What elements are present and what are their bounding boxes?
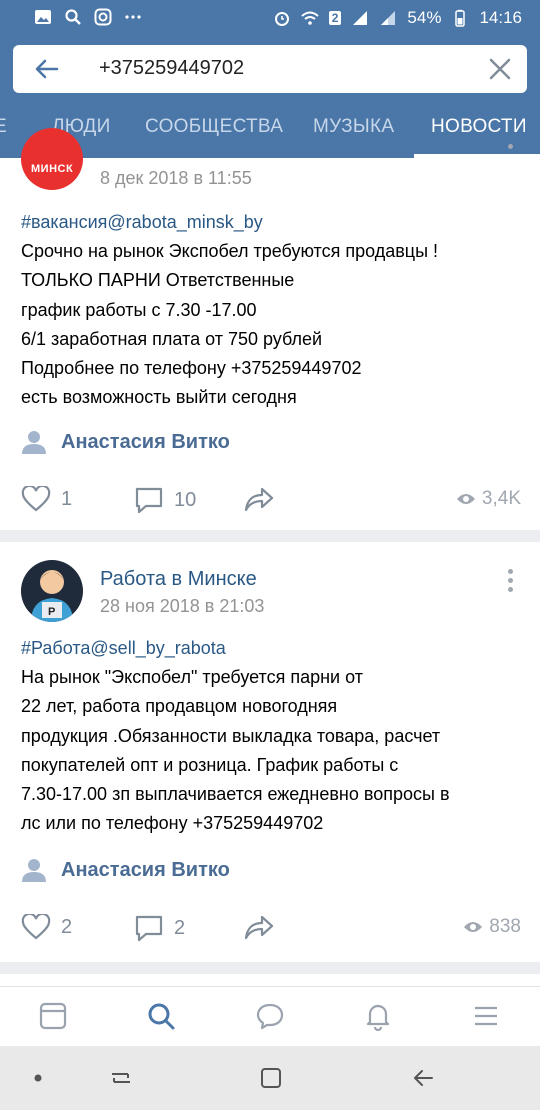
more-notifications-icon	[125, 15, 141, 19]
battery-icon	[455, 9, 466, 27]
clear-icon[interactable]	[487, 56, 513, 82]
alarm-icon	[274, 12, 289, 26]
like-button[interactable]: 2	[21, 914, 72, 940]
post-date: 28 ноя 2018 в 21:03	[100, 596, 265, 616]
post-line: продукция .Обязанности выкладка товара, …	[21, 725, 441, 746]
status-notification-icons	[34, 8, 142, 26]
back-arrow-icon[interactable]	[33, 56, 59, 82]
dot-indicator-icon	[34, 1074, 42, 1082]
back-icon[interactable]	[411, 1066, 435, 1090]
search-bar[interactable]: +375259449702	[13, 45, 527, 93]
system-navigation-bar	[0, 1046, 540, 1110]
like-count: 2	[61, 915, 73, 938]
views-count: 3,4K	[481, 488, 521, 509]
header: +375259449702 Е ЛЮДИ СООБЩЕСТВА МУЗЫКА Н…	[0, 36, 540, 158]
comment-icon	[135, 915, 163, 942]
post-date: 8 дек 2018 в 11:55	[100, 168, 252, 188]
post-card: МИНСК 8 дек 2018 в 11:55 #вакансия@rabot…	[0, 128, 540, 530]
status-bar: 2 54% 14:16	[0, 0, 540, 36]
gallery-icon	[35, 10, 51, 24]
avatar[interactable]: МИНСК	[21, 128, 83, 190]
post-line: есть возможность выйти сегодня	[21, 387, 297, 408]
like-count: 1	[61, 487, 73, 510]
comment-button[interactable]: 10	[134, 486, 196, 514]
notifications-bell-icon[interactable]	[363, 1001, 393, 1031]
post-hashtag[interactable]: #Работа@sell_by_rabota	[21, 634, 521, 663]
search-input[interactable]: +375259449702	[99, 57, 244, 80]
sim-badge: 2	[328, 11, 342, 25]
recent-apps-icon[interactable]	[109, 1066, 133, 1090]
tab-partial[interactable]: Е	[0, 116, 7, 138]
post-line: ТОЛЬКО ПАРНИ Ответственные	[21, 270, 295, 291]
more-options-icon[interactable]	[508, 569, 514, 596]
messages-icon[interactable]	[255, 1001, 285, 1031]
bottom-navigation	[0, 986, 540, 1046]
share-button[interactable]	[243, 486, 275, 512]
post-card: P Работа в Минске 28 ноя 2018 в 21:03 #Р…	[0, 542, 540, 962]
wifi-icon	[301, 11, 319, 25]
person-icon	[22, 859, 46, 882]
post-actions: 1 10 3,4K	[21, 486, 521, 516]
clock: 14:16	[479, 8, 522, 27]
post-line: 22 лет, работа продавцом новогодняя	[21, 696, 338, 717]
post-signer[interactable]: Анастасия Витко	[21, 858, 230, 882]
heart-icon	[21, 486, 51, 512]
status-system-icons: 2 54% 14:16	[273, 8, 522, 28]
comment-button[interactable]: 2	[134, 914, 185, 942]
avatar-letter: P	[48, 606, 55, 618]
search-icon[interactable]	[146, 1001, 176, 1031]
home-icon[interactable]	[259, 1066, 283, 1090]
tab-news[interactable]: НОВОСТИ	[431, 116, 527, 138]
post-line: график работы с 7.30 -17.00	[21, 299, 257, 320]
share-icon	[244, 487, 274, 512]
instagram-icon	[94, 8, 112, 26]
post-line: лс или по телефону +375259449702	[21, 813, 324, 834]
comment-icon	[135, 487, 163, 514]
views-counter: 838	[463, 916, 521, 938]
signer-name: Анастасия Витко	[61, 858, 230, 881]
signer-name: Анастасия Витко	[61, 430, 230, 453]
search-notification-icon	[65, 9, 81, 25]
post-text: #Работа@sell_by_rabota На рынок "Экспобе…	[21, 634, 521, 838]
tab-communities[interactable]: СООБЩЕСТВА	[145, 116, 283, 138]
eye-icon	[456, 494, 475, 504]
heart-icon	[21, 914, 51, 940]
share-icon	[244, 915, 274, 940]
feed-icon[interactable]	[38, 1001, 68, 1031]
post-line: Подробнее по телефону +375259449702	[21, 358, 362, 379]
avatar[interactable]: P	[21, 560, 83, 622]
battery-percent: 54%	[407, 8, 442, 27]
more-options-icon[interactable]	[508, 144, 514, 153]
post-hashtag[interactable]: #вакансия@rabota_minsk_by	[21, 208, 521, 237]
post-line: покупателей опт и розница. График работы…	[21, 754, 399, 775]
post-line: 6/1 заработная плата от 750 рублей	[21, 328, 323, 349]
menu-icon[interactable]	[471, 1001, 501, 1031]
eye-icon	[464, 922, 483, 932]
avatar-illustration: P	[21, 560, 83, 622]
post-text: #вакансия@rabota_minsk_by Срочно на рыно…	[21, 208, 521, 412]
share-button[interactable]	[243, 914, 275, 940]
post-line: 7.30-17.00 зп выплачивается ежедневно во…	[21, 784, 450, 805]
post-line: На рынок "Экспобел" требуется парни от	[21, 667, 363, 688]
post-author[interactable]: Работа в Минске	[100, 568, 257, 591]
comment-count: 2	[174, 916, 186, 939]
post-actions: 2 2 838	[21, 914, 521, 944]
signal-icon	[353, 11, 368, 25]
person-icon	[22, 431, 46, 454]
tab-music[interactable]: МУЗЫКА	[313, 116, 394, 138]
signal-2-icon	[381, 11, 396, 25]
post-signer[interactable]: Анастасия Витко	[21, 430, 230, 454]
comment-count: 10	[174, 488, 197, 511]
post-line: Срочно на рынок Экспобел требуются прода…	[21, 241, 439, 262]
views-count: 838	[489, 916, 521, 937]
views-counter: 3,4K	[456, 488, 521, 510]
like-button[interactable]: 1	[21, 486, 72, 512]
avatar-label: МИНСК	[31, 163, 74, 175]
